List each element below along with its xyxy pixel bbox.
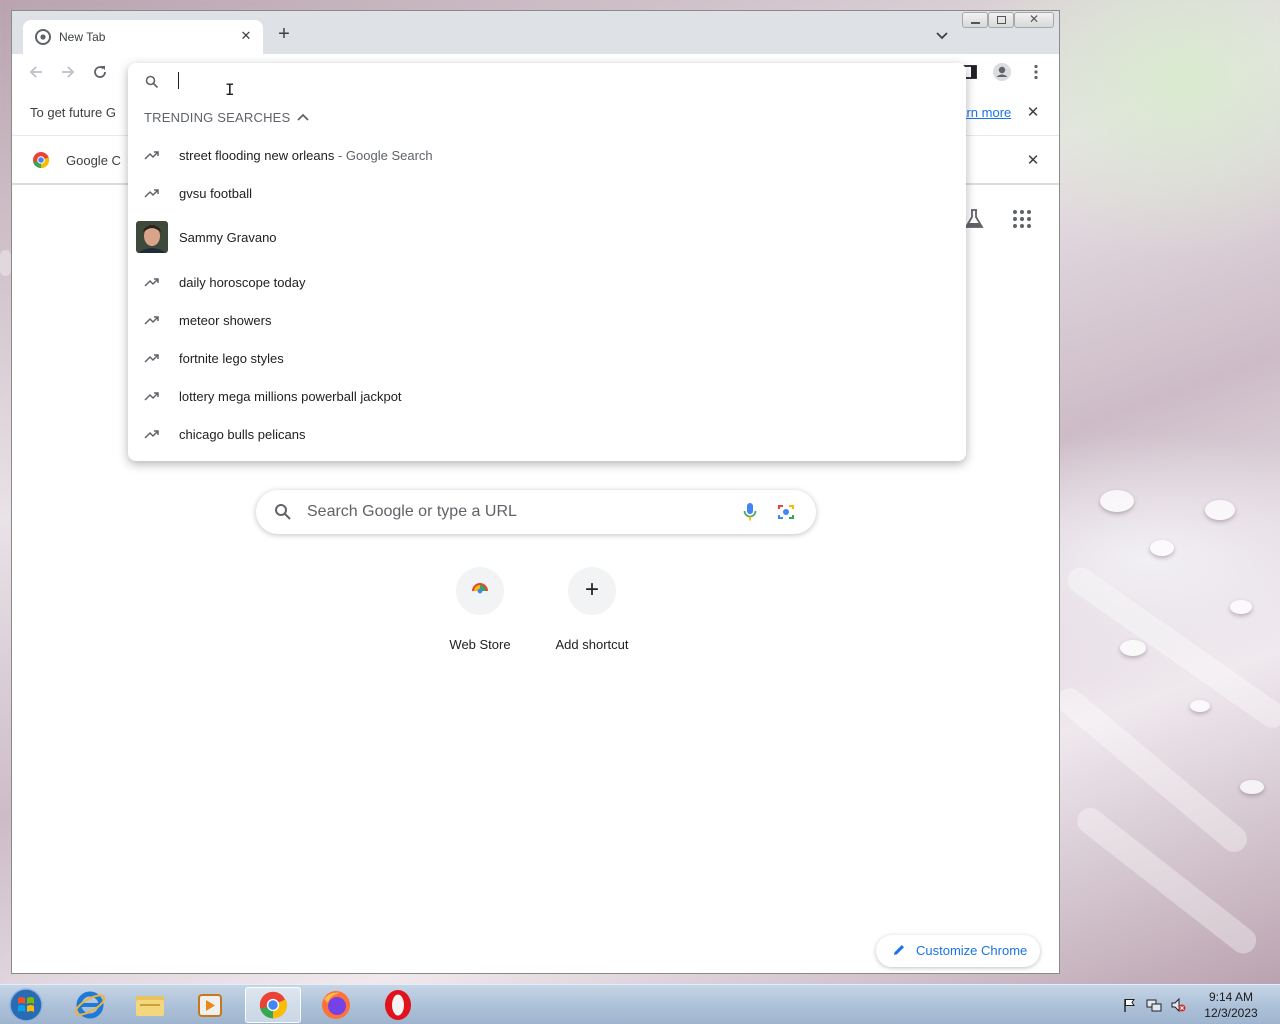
trending-arrow-icon <box>144 316 159 325</box>
close-window-button[interactable]: ✕ <box>1014 12 1054 28</box>
windows-orb-icon <box>9 988 43 1022</box>
trending-arrow-icon <box>144 430 159 439</box>
kebab-menu-icon[interactable] <box>1026 62 1046 82</box>
taskbar: 9:14 AM 12/3/2023 <box>0 984 1280 1024</box>
internet-explorer-icon <box>74 991 106 1019</box>
reload-icon[interactable] <box>90 62 110 82</box>
minimize-button[interactable] <box>962 12 988 28</box>
network-icon[interactable] <box>1146 997 1162 1013</box>
shortcut-label: Add shortcut <box>555 637 629 652</box>
ntp-search-box[interactable]: Search Google or type a URL <box>256 490 816 534</box>
forward-arrow-icon[interactable] <box>58 62 78 82</box>
folder-icon <box>136 996 164 1016</box>
chrome-logo-icon <box>33 152 50 169</box>
shortcut-add[interactable]: + Add shortcut <box>542 567 642 657</box>
taskbar-file-explorer[interactable] <box>122 987 178 1023</box>
suggestion-row[interactable]: gvsu football <box>128 174 966 212</box>
trending-arrow-icon <box>144 189 159 198</box>
suggestion-text: chicago bulls pelicans <box>179 427 306 442</box>
tab-strip: New Tab ✕ + ✕ <box>12 11 1059 54</box>
suggestion-suffix: - Google Search <box>334 148 433 163</box>
google-lens-camera-icon[interactable] <box>777 503 795 521</box>
chrome-icon <box>259 991 288 1019</box>
plus-icon: + <box>584 576 599 603</box>
omnibox-text-caret[interactable] <box>178 72 179 89</box>
trending-arrow-icon <box>144 151 159 160</box>
suggestion-text: gvsu football <box>179 186 252 201</box>
ntp-search-placeholder: Search Google or type a URL <box>307 503 517 520</box>
mouse-ibeam-cursor-icon: I <box>225 80 235 99</box>
voice-search-mic-icon[interactable] <box>742 502 758 522</box>
new-tab-button[interactable]: + <box>274 24 294 45</box>
firefox-icon <box>322 991 350 1019</box>
bar-label: Google C <box>66 153 121 168</box>
suggestion-row[interactable]: lottery mega millions powerball jackpot <box>128 377 966 415</box>
customize-chrome-button[interactable]: Customize Chrome <box>876 935 1040 967</box>
search-icon <box>275 504 291 520</box>
infobar-close-icon[interactable]: ✕ <box>1026 105 1040 120</box>
back-arrow-icon[interactable] <box>26 62 46 82</box>
person-thumbnail-image <box>136 221 168 253</box>
suggestion-row[interactable]: meteor showers <box>128 301 966 339</box>
volume-muted-icon[interactable] <box>1170 997 1186 1013</box>
taskbar-opera[interactable] <box>370 987 426 1023</box>
taskbar-chrome[interactable] <box>245 987 301 1023</box>
suggestion-text: Sammy Gravano <box>179 230 277 245</box>
shortcut-web-store[interactable]: Web Store <box>430 567 530 657</box>
taskbar-internet-explorer[interactable] <box>62 987 118 1023</box>
action-center-flag-icon[interactable] <box>1122 997 1138 1013</box>
suggestion-text: daily horoscope today <box>179 275 306 290</box>
bar-close-icon[interactable]: ✕ <box>1026 153 1040 168</box>
chevron-up-icon[interactable] <box>296 111 310 123</box>
customize-chrome-label: Customize Chrome <box>916 943 1028 958</box>
trending-arrow-icon <box>144 278 159 287</box>
web-store-tile <box>456 567 504 615</box>
add-shortcut-tile: + <box>568 567 616 615</box>
tab-close-icon[interactable]: ✕ <box>237 27 255 45</box>
opera-icon <box>385 990 411 1020</box>
omnibox-search-icon <box>145 75 159 89</box>
restore-button[interactable] <box>988 12 1014 28</box>
clock-time[interactable]: 9:14 AM <box>1186 990 1276 1004</box>
google-apps-grid-icon[interactable] <box>1010 207 1034 231</box>
trending-arrow-icon <box>144 354 159 363</box>
suggestion-row[interactable]: Sammy Gravano <box>128 221 966 253</box>
start-button[interactable] <box>6 987 46 1023</box>
suggestion-row[interactable]: street flooding new orleans - Google Sea… <box>128 136 966 174</box>
trending-searches-header: TRENDING SEARCHES <box>144 110 291 125</box>
profile-avatar-icon[interactable] <box>992 62 1012 82</box>
suggestion-row[interactable]: daily horoscope today <box>128 263 966 301</box>
media-player-icon <box>198 994 222 1017</box>
web-store-icon <box>472 583 488 598</box>
pencil-icon <box>894 945 904 955</box>
infobar-text: To get future G <box>30 105 116 120</box>
tab-title: New Tab <box>59 30 106 44</box>
tab-search-chevron-icon[interactable] <box>933 26 951 44</box>
chrome-favicon-icon <box>35 29 51 45</box>
suggestion-text: fortnite lego styles <box>179 351 284 366</box>
taskbar-firefox[interactable] <box>308 987 364 1023</box>
clock-date[interactable]: 12/3/2023 <box>1186 1006 1276 1020</box>
suggestion-row[interactable]: chicago bulls pelicans <box>128 415 966 453</box>
trending-arrow-icon <box>144 392 159 401</box>
suggestion-text: lottery mega millions powerball jackpot <box>179 389 402 404</box>
suggestion-row[interactable]: fortnite lego styles <box>128 339 966 377</box>
shortcut-label: Web Store <box>449 637 511 652</box>
browser-window: New Tab ✕ + ✕ To get future G earn more … <box>11 10 1060 974</box>
suggestion-text: meteor showers <box>179 313 272 328</box>
tab-new-tab[interactable]: New Tab ✕ <box>23 20 263 54</box>
suggestion-text: street flooding new orleans - Google Sea… <box>179 148 433 163</box>
taskbar-media-player[interactable] <box>182 987 238 1023</box>
omnibox-dropdown: I TRENDING SEARCHES street flooding new … <box>128 63 966 461</box>
